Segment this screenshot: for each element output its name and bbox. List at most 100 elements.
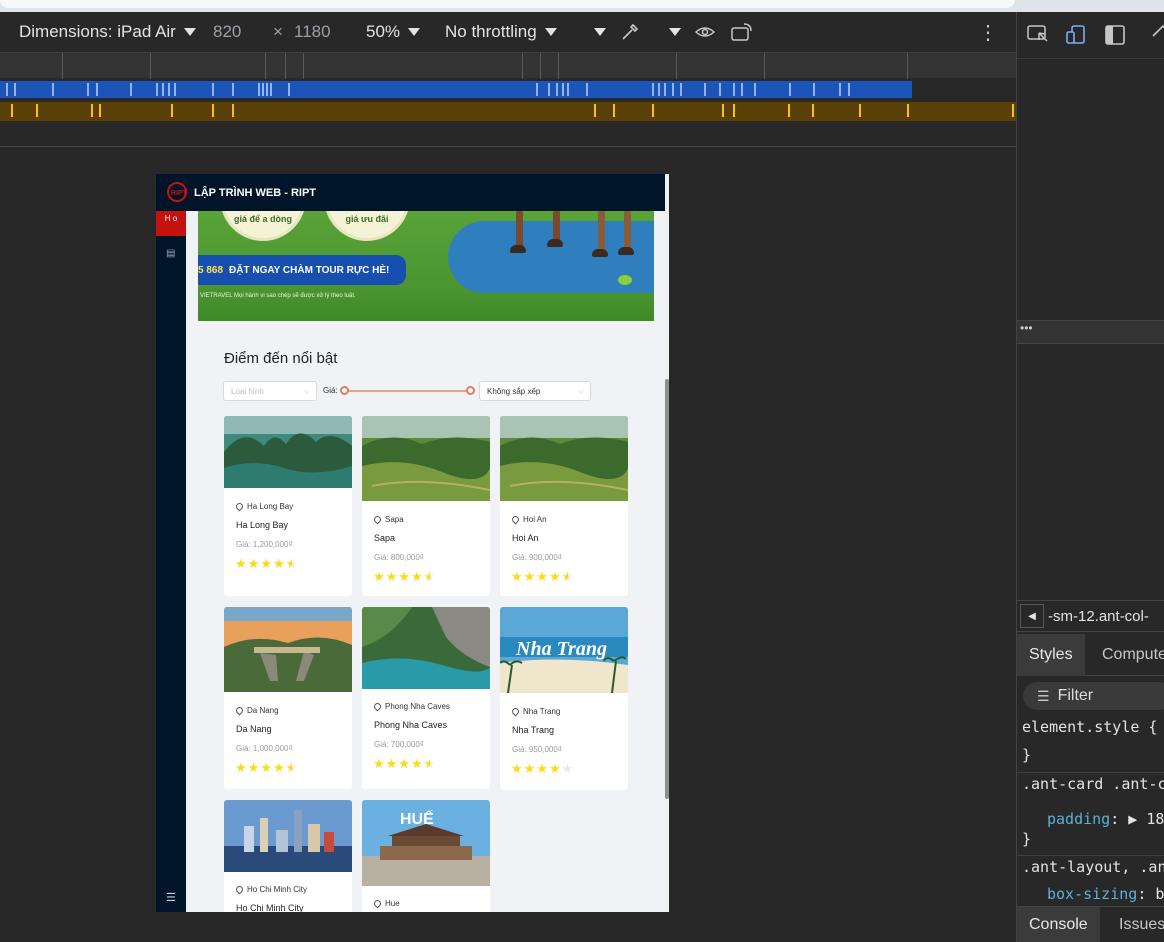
chevron-left-icon[interactable]: ◀ <box>1020 604 1044 628</box>
card-location: Hue <box>372 898 400 909</box>
destination-card[interactable]: Ha Long Bay Ha Long Bay Giá: 1,200,000₫ … <box>224 416 352 596</box>
type-select[interactable]: Loại hình ⌵ <box>223 381 317 401</box>
banner-circle-left-text: giá để a dòng <box>233 214 292 224</box>
destination-card[interactable]: Nha Trang Nha Trang Nha Trang Giá: 950,0… <box>500 607 628 790</box>
price-slider-min-handle[interactable] <box>340 386 349 395</box>
location-pin-icon <box>234 884 245 895</box>
nha-trang-overlay-text: Nha Trang <box>515 638 607 660</box>
card-location: Hoi An <box>510 514 547 525</box>
card-price: Giá: 1,200,000₫ <box>236 540 293 549</box>
card-location: Ho Chi Minh City <box>234 884 307 895</box>
device-toggle-icon[interactable] <box>1065 24 1087 51</box>
card-image-da-nang <box>224 607 352 692</box>
sidebar-item-home[interactable]: H o <box>156 211 186 236</box>
zoom-dropdown[interactable]: 50% <box>366 12 421 52</box>
dimensions-dropdown[interactable]: Dimensions: iPad Air <box>19 12 196 52</box>
destination-card[interactable]: HUẾ Hue <box>362 800 490 912</box>
rating-stars[interactable]: ★★★★★ <box>511 761 574 777</box>
sort-select-value: Không sắp xếp <box>487 386 541 396</box>
width-input[interactable]: 820 <box>213 12 241 52</box>
more-vert-icon[interactable]: ⋮ <box>978 12 998 52</box>
breadcrumb-item[interactable]: -sm-12.ant-col- <box>1048 608 1149 625</box>
rating-stars[interactable]: ★★★★★ <box>373 756 436 772</box>
destination-card[interactable]: Phong Nha Caves Phong Nha Caves Giá: 700… <box>362 607 490 789</box>
chevron-down-icon: ⌵ <box>303 386 310 395</box>
css-brace-line: } <box>1022 830 1032 848</box>
card-title: Hoi An <box>512 533 539 543</box>
card-title: Nha Trang <box>512 725 555 735</box>
css-selector-line[interactable]: .ant-card .ant-c <box>1022 775 1164 793</box>
media-query-bar-min-width[interactable] <box>0 102 1016 121</box>
rating-stars[interactable]: ★★★★★ <box>373 569 436 585</box>
tab-computed[interactable]: Compute <box>1090 634 1164 676</box>
css-property-line[interactable]: box-sizing: b <box>1047 885 1164 903</box>
section-title: Điểm đến nổi bật <box>224 350 338 367</box>
price-slider[interactable] <box>344 390 471 392</box>
card-title: Ho Chi Minh City <box>236 903 304 912</box>
rating-stars[interactable]: ★★★★★ <box>511 569 574 585</box>
height-input[interactable]: 1180 <box>294 12 331 52</box>
card-title: Da Nang <box>236 724 272 734</box>
throttling-dropdown[interactable]: No throttling <box>445 12 557 52</box>
card-location: Nha Trang <box>510 706 560 717</box>
filter-input[interactable]: ☰ Filter <box>1023 682 1164 710</box>
chevron-down-icon <box>408 28 421 36</box>
more-dots-icon[interactable]: ••• <box>1017 320 1164 344</box>
rating-stars[interactable]: ★★★★★ <box>235 556 298 572</box>
inspect-element-icon[interactable] <box>1027 24 1049 49</box>
filter-icon: ☰ <box>1037 687 1050 704</box>
card-image-hoi-an <box>500 416 628 501</box>
filter-label: Filter <box>1057 687 1094 704</box>
destination-card[interactable]: Da Nang Da Nang Giá: 1,000,000₫ ★★★★★ <box>224 607 352 789</box>
css-selector-line[interactable]: .ant-layout, .an <box>1022 858 1164 876</box>
rotate-icon[interactable] <box>730 12 754 52</box>
tab-styles[interactable]: Styles <box>1017 634 1085 676</box>
chevron-down-icon <box>544 28 557 36</box>
vision-deficiency-icon[interactable] <box>694 12 716 52</box>
dimension-separator: × <box>273 22 283 41</box>
destination-card[interactable]: Hoi An Hoi An Giá: 900,000₫ ★★★★★ <box>500 416 628 596</box>
devtools-toolbar <box>1017 12 1164 58</box>
chevron-down-icon: ⌵ <box>577 386 584 395</box>
rating-stars[interactable]: ★★★★★ <box>235 760 298 776</box>
chevron-down-icon <box>183 28 196 36</box>
tab-console[interactable]: Console <box>1017 907 1100 942</box>
menu-fold-icon[interactable]: ☰ <box>166 891 176 904</box>
card-image-ho-chi-minh-city <box>224 800 352 872</box>
zoom-label: 50% <box>366 22 401 41</box>
sidebar: H o ▤ ☰ <box>156 211 186 912</box>
card-title: Ha Long Bay <box>236 520 289 530</box>
location-pin-icon <box>372 514 383 525</box>
card-price: Giá: 800,000₫ <box>374 553 424 562</box>
card-image-phong-nha-caves <box>362 607 490 689</box>
card-price: Giá: 900,000₫ <box>512 553 562 562</box>
destination-card[interactable]: Ho Chi Minh City Ho Chi Minh City <box>224 800 352 912</box>
card-location: Ha Long Bay <box>234 501 293 512</box>
promo-banner[interactable]: giá để a dòng giá ưu đãi 5 868 ĐẶT NGAY … <box>198 211 654 321</box>
dock-side-icon[interactable] <box>1104 24 1126 51</box>
device-options-dropdown[interactable] <box>586 12 606 52</box>
media-query-bar-max-width[interactable] <box>0 81 912 98</box>
vision-dropdown[interactable] <box>661 12 681 52</box>
scrollbar-thumb[interactable] <box>665 379 669 799</box>
home-icon[interactable] <box>1151 24 1164 51</box>
banner-cta-number: 5 868 <box>198 264 224 276</box>
card-location: Da Nang <box>234 705 279 716</box>
svg-text:RIPT: RIPT <box>171 190 188 197</box>
browser-chrome-strip <box>0 0 1164 12</box>
breadcrumb: ◀ -sm-12.ant-col- <box>1017 600 1164 632</box>
card-price: Giá: 1,000,000₫ <box>236 744 293 753</box>
destination-card[interactable]: Sapa Sapa Giá: 800,000₫ ★★★★★ <box>362 416 490 596</box>
card-image-hue: HUẾ <box>362 800 490 886</box>
card-price: Giá: 700,000₫ <box>374 740 424 749</box>
css-selector-line[interactable]: element.style { <box>1022 718 1157 736</box>
css-property-line[interactable]: padding: ▶ 18 <box>1047 810 1164 828</box>
tab-issues[interactable]: Issues <box>1107 907 1164 942</box>
dimensions-label: Dimensions: iPad Air <box>19 22 176 41</box>
sort-select[interactable]: Không sắp xếp ⌵ <box>479 381 591 401</box>
logo-icon: RIPT <box>167 182 188 202</box>
eyedropper-icon[interactable] <box>620 12 640 52</box>
banner-cta[interactable]: 5 868 ĐẶT NGAY CHÀM TOUR RỰC HÈ! <box>198 255 406 285</box>
document-icon[interactable]: ▤ <box>166 248 175 259</box>
price-slider-max-handle[interactable] <box>466 386 475 395</box>
